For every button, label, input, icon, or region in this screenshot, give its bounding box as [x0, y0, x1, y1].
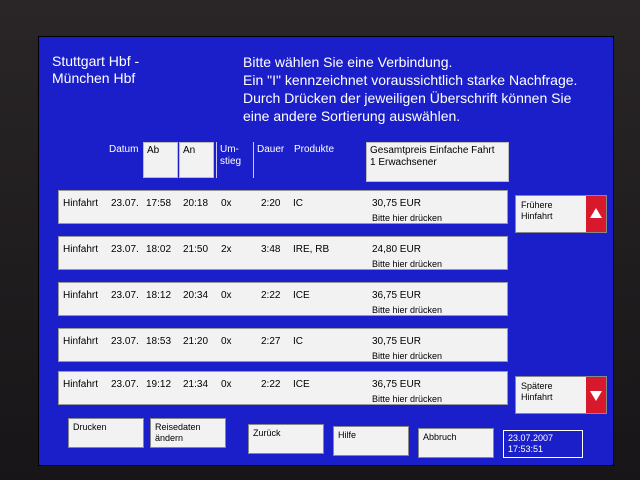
row-type: Hinfahrt — [63, 336, 99, 347]
instruction-line-3: Durch Drücken der jeweiligen Überschrift… — [243, 90, 572, 106]
header-produkte[interactable]: Produkte — [291, 142, 361, 178]
header-umstieg[interactable]: Um- stieg — [216, 142, 252, 178]
row-hint: Bitte hier drücken — [372, 213, 443, 223]
row-departure: 18:53 — [146, 336, 172, 347]
header-umstieg-line2: stieg — [220, 156, 242, 167]
row-type: Hinfahrt — [63, 244, 99, 255]
connection-row-3[interactable]: Hinfahrt 23.07. 18:12 20:34 0x 2:22 ICE … — [58, 282, 508, 316]
connection-row-5[interactable]: Hinfahrt 23.07. 19:12 21:34 0x 2:22 ICE … — [58, 371, 508, 405]
print-button[interactable]: Drucken — [68, 418, 144, 448]
row-type: Hinfahrt — [63, 290, 99, 301]
clock-date: 23.07.2007 — [508, 433, 554, 443]
arrow-down-icon — [586, 377, 606, 413]
row-arrival: 21:34 — [183, 379, 209, 390]
row-departure: 18:12 — [146, 290, 172, 301]
row-hint: Bitte hier drücken — [372, 394, 443, 404]
row-price: 24,80 EUR — [372, 244, 421, 255]
connection-row-1[interactable]: Hinfahrt 23.07. 17:58 20:18 0x 2:20 IC 3… — [58, 190, 508, 224]
instructions: Bitte wählen Sie eine Verbindung. Ein "I… — [243, 53, 613, 125]
header-umstieg-line1: Um- — [220, 144, 239, 155]
row-hint: Bitte hier drücken — [372, 305, 443, 315]
row-type: Hinfahrt — [63, 198, 99, 209]
row-duration: 2:20 — [261, 198, 281, 209]
row-changes: 0x — [221, 336, 232, 347]
row-products: ICE — [293, 290, 310, 301]
connection-row-2[interactable]: Hinfahrt 23.07. 18:02 21:50 2x 3:48 IRE,… — [58, 236, 508, 270]
row-products: IRE, RB — [293, 244, 330, 255]
row-duration: 2:22 — [261, 290, 281, 301]
row-date: 23.07. — [111, 244, 139, 255]
row-products: IC — [293, 336, 303, 347]
earlier-departures-button[interactable]: Frühere Hinfahrt — [515, 195, 607, 233]
row-price: 30,75 EUR — [372, 198, 421, 209]
later-departures-button[interactable]: Spätere Hinfahrt — [515, 376, 607, 414]
row-products: IC — [293, 198, 303, 209]
row-changes: 0x — [221, 290, 232, 301]
header-price-line2: 1 Erwachsener — [370, 157, 437, 168]
row-price: 36,75 EUR — [372, 379, 421, 390]
clock-time: 17:53:51 — [508, 444, 544, 454]
instruction-line-4: eine andere Sortierung auswählen. — [243, 108, 461, 124]
row-changes: 2x — [221, 244, 232, 255]
header-gesamtpreis[interactable]: Gesamtpreis Einfache Fahrt 1 Erwachsener — [366, 142, 509, 182]
row-departure: 18:02 — [146, 244, 172, 255]
row-price: 36,75 EUR — [372, 290, 421, 301]
row-changes: 0x — [221, 198, 232, 209]
row-date: 23.07. — [111, 290, 139, 301]
header-an[interactable]: An — [179, 142, 214, 178]
row-arrival: 21:50 — [183, 244, 209, 255]
row-type: Hinfahrt — [63, 379, 99, 390]
change-travel-data-button[interactable]: Reisedaten ändern — [150, 418, 226, 448]
row-arrival: 20:34 — [183, 290, 209, 301]
connection-row-4[interactable]: Hinfahrt 23.07. 18:53 21:20 0x 2:27 IC 3… — [58, 328, 508, 362]
row-arrival: 20:18 — [183, 198, 209, 209]
instruction-line-1: Bitte wählen Sie eine Verbindung. — [243, 54, 453, 70]
route-title: Stuttgart Hbf - München Hbf — [52, 53, 139, 87]
arrow-up-icon — [586, 196, 606, 232]
help-button[interactable]: Hilfe — [333, 426, 409, 456]
instruction-line-2: Ein "I" kennzeichnet voraussichtlich sta… — [243, 72, 578, 88]
change-travel-data-line1: Reisedaten — [155, 422, 201, 432]
header-dauer[interactable]: Dauer — [253, 142, 289, 178]
header-price-line1: Gesamtpreis Einfache Fahrt — [370, 145, 495, 156]
row-departure: 17:58 — [146, 198, 172, 209]
row-departure: 19:12 — [146, 379, 172, 390]
row-products: ICE — [293, 379, 310, 390]
row-duration: 3:48 — [261, 244, 281, 255]
header-ab[interactable]: Ab — [143, 142, 178, 178]
cancel-button[interactable]: Abbruch — [418, 428, 494, 458]
back-button[interactable]: Zurück — [248, 424, 324, 454]
row-date: 23.07. — [111, 336, 139, 347]
row-duration: 2:22 — [261, 379, 281, 390]
row-hint: Bitte hier drücken — [372, 259, 443, 269]
row-arrival: 21:20 — [183, 336, 209, 347]
datetime-display: 23.07.2007 17:53:51 — [503, 430, 583, 458]
row-hint: Bitte hier drücken — [372, 351, 443, 361]
row-duration: 2:27 — [261, 336, 281, 347]
row-changes: 0x — [221, 379, 232, 390]
row-date: 23.07. — [111, 198, 139, 209]
row-date: 23.07. — [111, 379, 139, 390]
row-price: 30,75 EUR — [372, 336, 421, 347]
change-travel-data-line2: ändern — [155, 433, 184, 443]
route-line-2: München Hbf — [52, 70, 136, 86]
route-line-1: Stuttgart Hbf - — [52, 53, 140, 69]
header-datum[interactable]: Datum — [106, 142, 142, 178]
